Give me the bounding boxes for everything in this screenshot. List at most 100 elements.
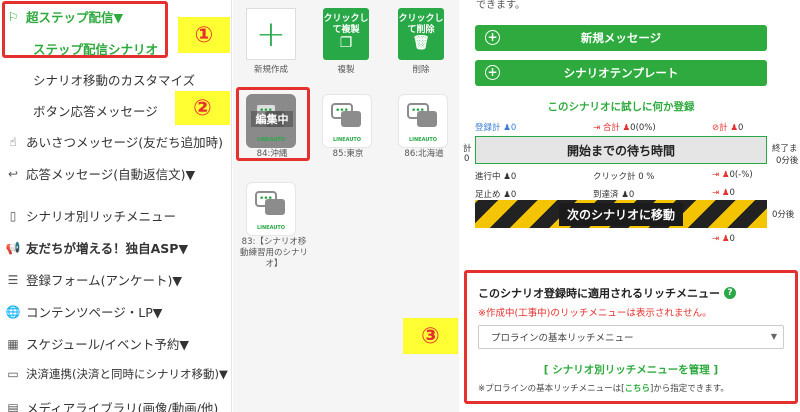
next-scenario-bar[interactable]: 次のシナリオに移動 <box>475 200 767 228</box>
sidebar-item-label: シナリオ別リッチメニュー <box>26 209 177 224</box>
scenario-card-86[interactable]: ••• LINEAUTO <box>398 94 448 148</box>
stat-block: ⊘計 ♟0 <box>712 123 744 133</box>
sidebar-item-asp[interactable]: 📢 友だちが増える！独自ASP▼ <box>5 238 189 257</box>
next-scenario-label: 次のシナリオに移動 <box>558 202 683 226</box>
brand-label: LINEAUTO <box>332 137 362 143</box>
stat-block-value: 0 <box>737 123 744 133</box>
stat-block-label: 計 <box>719 123 728 133</box>
callout-badge-2: ② <box>175 91 230 125</box>
end-label: 終了ま <box>772 144 798 154</box>
sidebar-item-schedule[interactable]: ▦ スケジュール/イベント予約▼ <box>6 334 189 353</box>
hand-icon: ☝ <box>9 134 17 149</box>
callout-badge-1: ① <box>178 17 230 53</box>
delete-label: 削除 <box>412 65 430 75</box>
stat-registered: 登録計 ♟0 <box>475 123 517 133</box>
plus-circle-icon: + <box>485 30 500 45</box>
scenario-label-86: 86:北海道 <box>404 149 444 159</box>
stat-reached: 到達済 ♟0 <box>593 190 635 200</box>
left-zero: 0 <box>464 154 470 164</box>
copy-button[interactable]: クリックして複製 ❐ <box>323 8 369 60</box>
rich-menu-select[interactable]: プロラインの基本リッチメニュー ▼ <box>478 325 784 349</box>
stat-exit-2: ⇥ ♟0 <box>712 234 735 244</box>
globe-icon: 🌐 <box>5 304 21 319</box>
sidebar-item-label: コンテンツページ・LP▼ <box>26 305 163 320</box>
chat-bubble-icon: ••• <box>331 103 363 129</box>
sidebar-item-media[interactable]: ▤ メディアライブラリ(画像/動画/他) <box>6 398 218 412</box>
top-text: できます。 <box>476 0 525 11</box>
new-message-label: 新規メッセージ <box>580 31 662 45</box>
rich-menu-title-text: このシナリオ登録時に適用されるリッチメニュー <box>478 287 720 300</box>
rich-menu-select-value: プロラインの基本リッチメニュー <box>491 333 634 344</box>
card-icon: ▭ <box>7 367 19 381</box>
stat-exit-value: 0 <box>729 188 735 198</box>
sidebar: ⚐ 超ステップ配信▼ ステップ配信シナリオ シナリオ移動のカスタマイズ ボタン応… <box>0 0 232 412</box>
rich-menu-note: ※プロラインの基本リッチメニューは[こちら]から指定できます。 <box>478 382 729 394</box>
scenario-label-83: 83:【シナリオ移動練習用のシナリオ】 <box>239 237 308 269</box>
end-zero: 0分後 <box>776 156 799 166</box>
list-icon: ☰ <box>7 272 19 287</box>
stat-click-rate: クリック計 0 % <box>593 172 655 182</box>
stat-progress: 進行中 ♟0 <box>475 172 517 182</box>
stat-block-rate: ⇥ ♟0(-%) <box>712 170 753 180</box>
megaphone-icon: 📢 <box>5 240 21 255</box>
sidebar-item-label: あいさつメッセージ(友だち追加時) <box>26 135 224 150</box>
scenario-card-85[interactable]: ••• LINEAUTO <box>322 94 372 148</box>
delete-button-label: クリックして削除 <box>398 14 444 35</box>
sidebar-item-button-response[interactable]: ボタン応答メッセージ <box>33 101 158 120</box>
manage-rich-menu-link[interactable]: [ シナリオ別リッチメニューを管理 ] <box>478 362 784 377</box>
sidebar-item-content[interactable]: 🌐 コンテンツページ・LP▼ <box>5 302 163 321</box>
new-label: 新規作成 <box>253 65 288 75</box>
stat-block-rate-value: 0(-%) <box>729 170 753 180</box>
stat-total: ⇥ 合計 ♟0(0%) <box>593 123 656 133</box>
sidebar-item-payment[interactable]: ▭ 決済連携(決済と同時にシナリオ移動)▼ <box>6 366 228 382</box>
stat-reached-label: 到達済 <box>593 190 619 200</box>
scenario-template-label: シナリオテンプレート <box>563 66 679 80</box>
help-icon[interactable]: ? <box>724 287 736 299</box>
reply-icon: ↩ <box>7 166 19 181</box>
brand-label: LINEAUTO <box>408 137 438 143</box>
brand-label: LINEAUTO <box>256 225 286 231</box>
stat-total-label: 合計 <box>602 123 620 133</box>
test-register-link[interactable]: このシナリオに試しに何か登録 <box>475 99 767 114</box>
stat-exit-2-value: 0 <box>729 234 735 244</box>
trash-icon: 🗑 <box>412 35 430 51</box>
delete-button[interactable]: クリックして削除 🗑 <box>398 8 444 60</box>
copy-icon: ❐ <box>339 35 353 51</box>
note-link[interactable]: こちら <box>624 384 650 394</box>
sidebar-item-label: 友だちが増える！独自ASP▼ <box>26 241 189 256</box>
sidebar-item-label: スケジュール/イベント予約▼ <box>26 337 189 352</box>
wait-time-button[interactable]: 開始までの待ち時間 <box>475 136 767 164</box>
plus-icon: + <box>255 13 287 55</box>
new-scenario-button[interactable]: + <box>246 8 296 60</box>
phone-icon: ▯ <box>9 208 17 223</box>
new-message-button[interactable]: + 新規メッセージ <box>475 25 767 51</box>
note-suffix: ]から指定できます。 <box>649 384 729 394</box>
sidebar-item-response[interactable]: ↩ 応答メッセージ(自動返信文)▼ <box>6 164 195 183</box>
callout-badge-3: ③ <box>403 318 458 354</box>
rich-menu-title: このシナリオ登録時に適用されるリッチメニュー ? <box>478 285 736 301</box>
copy-button-label: クリックして複製 <box>323 14 369 35</box>
calendar-icon: ▦ <box>7 336 19 351</box>
sidebar-item-rich-menu[interactable]: ▯ シナリオ別リッチメニュー <box>6 206 176 225</box>
note-prefix: ※プロラインの基本リッチメニューは[ <box>478 384 625 394</box>
highlight-box-1 <box>2 1 168 58</box>
scenario-card-83[interactable]: ••• LINEAUTO <box>246 182 296 236</box>
sidebar-item-scenario-move[interactable]: シナリオ移動のカスタマイズ <box>33 70 195 89</box>
stat-progress-value: 0 <box>510 172 517 182</box>
stat-total-value: 0(0%) <box>630 123 656 133</box>
chat-bubble-icon: ••• <box>407 103 439 129</box>
plus-circle-icon: + <box>485 65 500 80</box>
stat-exit: ⇥ ♟0 <box>712 188 735 198</box>
stat-registered-value: 0 <box>510 123 517 133</box>
stat-stopped-label: 足止め <box>475 190 501 200</box>
rich-menu-warning: ※作成中(工事中)のリッチメニューは表示されません。 <box>478 308 712 319</box>
stat-reached-value: 0 <box>628 190 635 200</box>
stat-progress-label: 進行中 <box>475 172 501 182</box>
stat-stopped: 足止め ♟0 <box>475 190 517 200</box>
sidebar-item-label: 決済連携(決済と同時にシナリオ移動)▼ <box>26 367 228 381</box>
next-zero: 0分後 <box>772 210 795 220</box>
sidebar-item-greeting[interactable]: ☝ あいさつメッセージ(友だち追加時) <box>6 132 223 151</box>
scenario-template-button[interactable]: + シナリオテンプレート <box>475 60 767 86</box>
left-prefix: 計 <box>463 144 472 154</box>
sidebar-item-form[interactable]: ☰ 登録フォーム(アンケート)▼ <box>6 270 182 289</box>
